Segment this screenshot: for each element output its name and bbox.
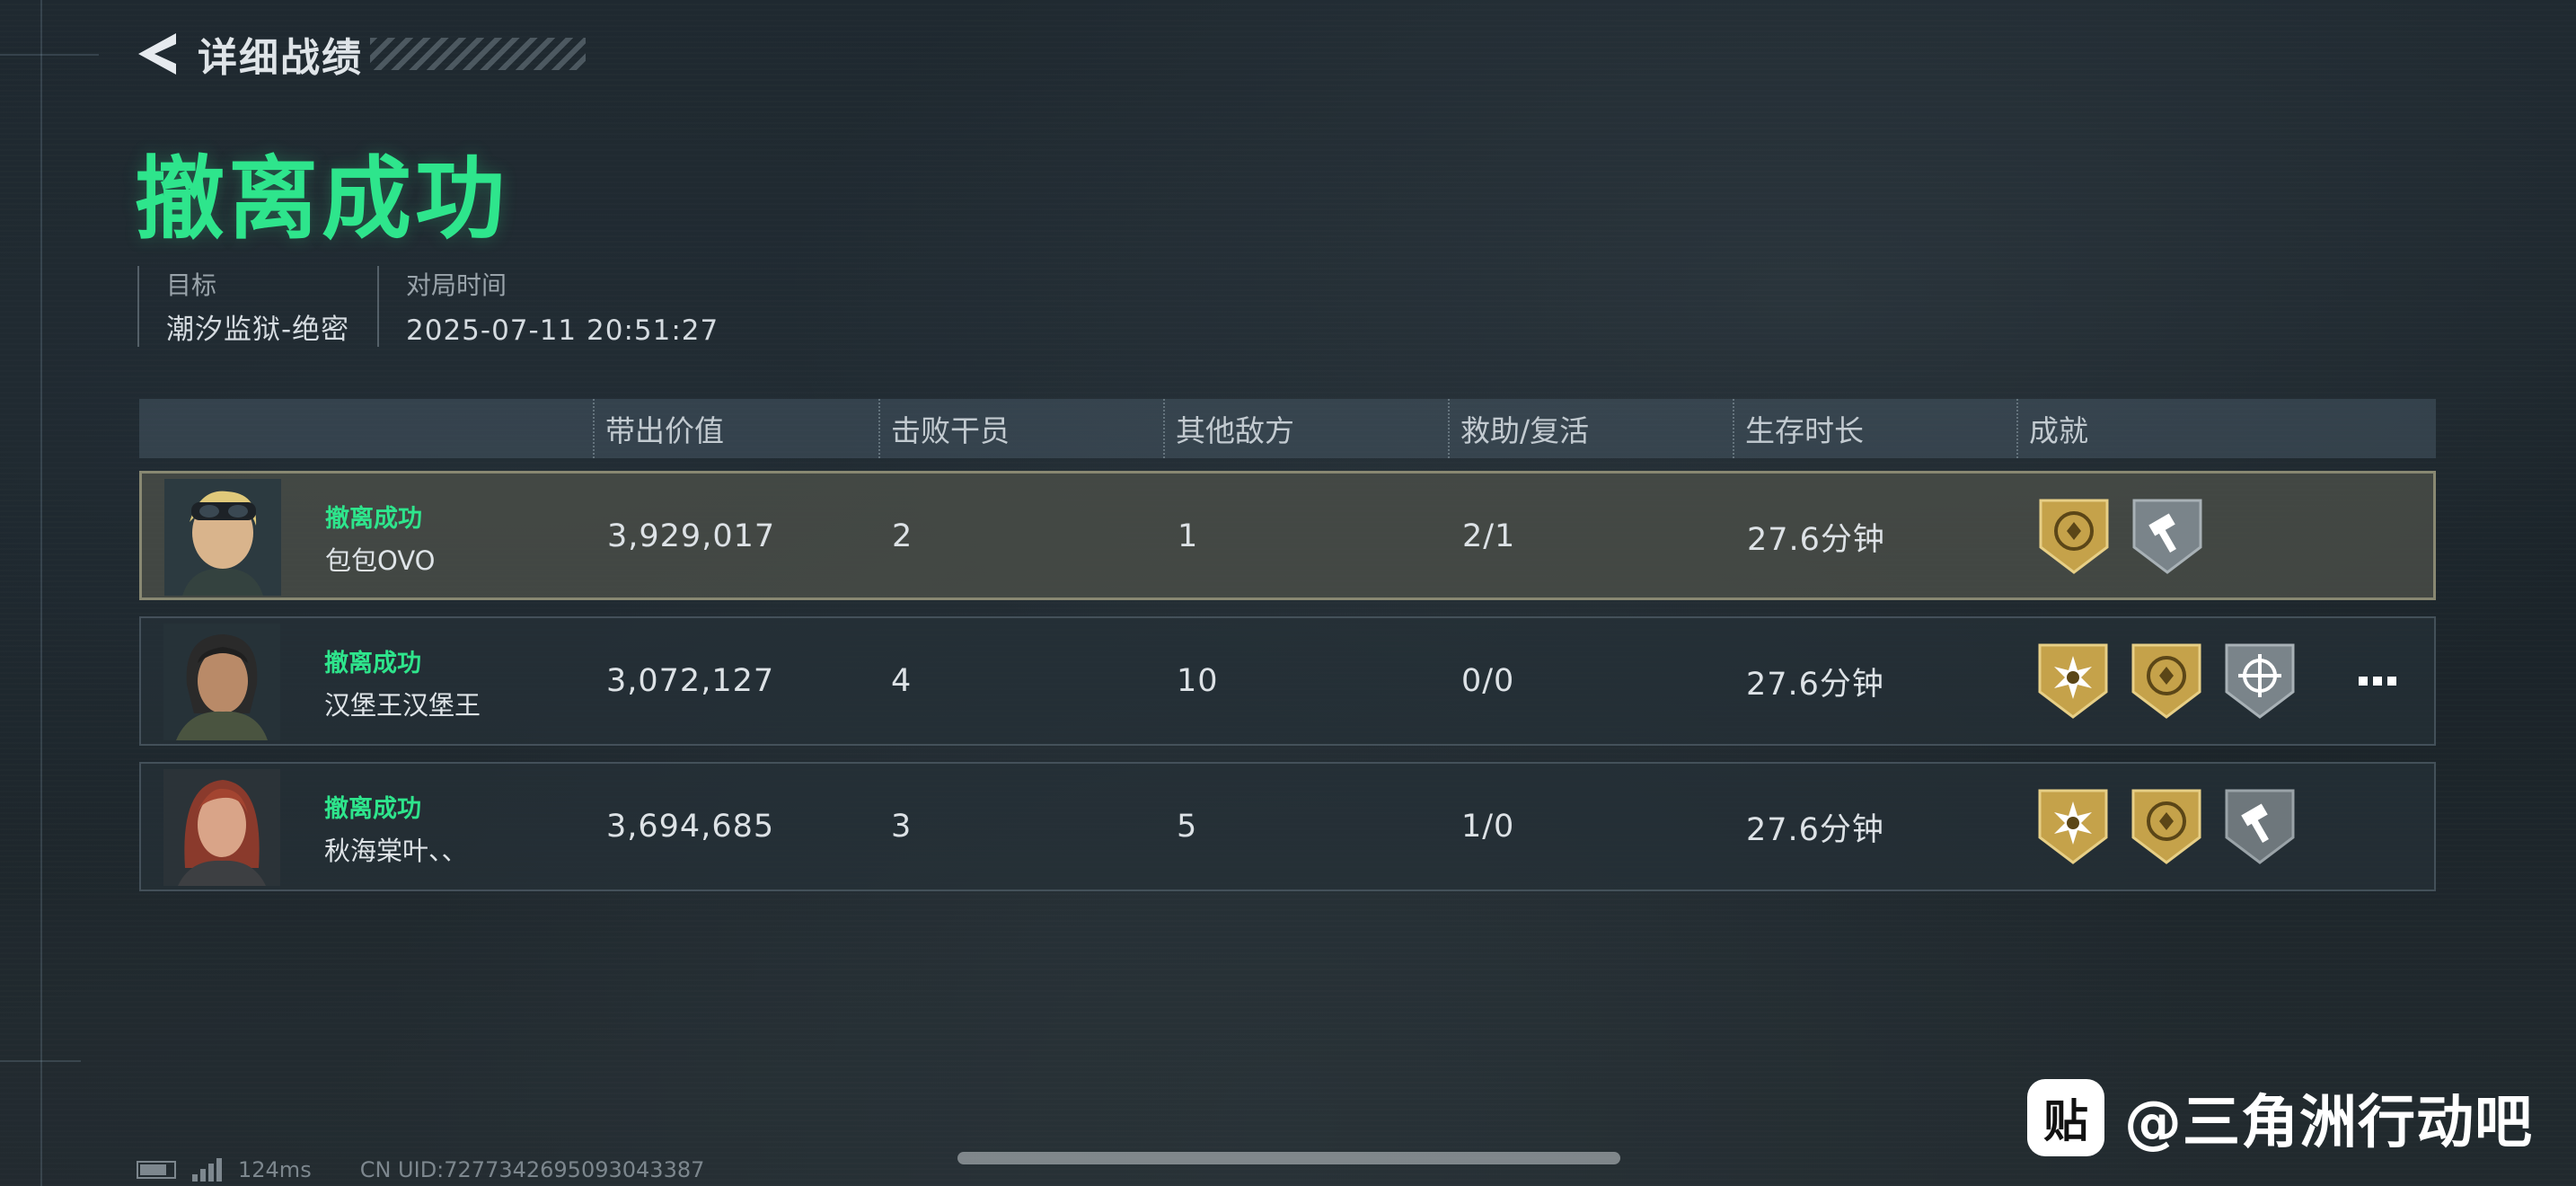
player-name: 包包OVO <box>325 545 436 576</box>
gold-emblem-badge-icon[interactable] <box>2037 495 2111 576</box>
target-block: 目标 潮汐监狱-绝密 <box>137 266 349 347</box>
gold-starburst-badge-icon[interactable] <box>2036 785 2110 866</box>
achievement-badges <box>2036 785 2297 866</box>
gold-starburst-badge-icon[interactable] <box>2036 640 2110 721</box>
table-header: 带出价值 击败干员 其他敌方 救助/复活 生存时长 成就 <box>139 399 2436 458</box>
page-header: 详细战绩 <box>135 25 586 83</box>
header-decoration <box>370 38 586 70</box>
back-button[interactable] <box>135 29 180 79</box>
match-time-value: 2025-07-11 20:51:27 <box>406 314 719 347</box>
avatar <box>164 479 281 596</box>
column-header-kills: 击败干员 <box>878 399 1010 458</box>
other-enemies-count: 1 <box>1178 518 1199 554</box>
extraction-result-title: 撤离成功 <box>135 146 508 252</box>
other-enemies-count: 5 <box>1177 809 1198 845</box>
hud-frame-line <box>40 0 42 1186</box>
kills-count: 3 <box>891 809 913 845</box>
hud-frame-line <box>0 1060 81 1062</box>
column-header-assist-revive: 救助/复活 <box>1448 399 1589 458</box>
hud-frame-line <box>0 54 99 56</box>
signal-icon <box>192 1158 222 1182</box>
avatar <box>163 624 280 740</box>
match-time-block: 对局时间 2025-07-11 20:51:27 <box>377 266 719 347</box>
column-header-survival-time: 生存时长 <box>1733 399 1864 458</box>
watermark-text: @三角洲行动吧 <box>2124 1090 2533 1156</box>
column-header-achievements: 成就 <box>2016 399 2088 458</box>
more-achievements-button[interactable] <box>2351 663 2404 699</box>
assist-revive-count: 2/1 <box>1462 518 1516 554</box>
gray-crosshair-badge-icon[interactable] <box>2223 640 2297 721</box>
table-row[interactable]: 撤离成功 汉堡王汉堡王 3,072,127 4 10 0/0 27.6分钟 <box>139 616 2436 746</box>
other-enemies-count: 10 <box>1177 663 1219 699</box>
player-status: 撤离成功 <box>324 650 421 677</box>
extracted-value: 3,694,685 <box>606 809 775 845</box>
gold-emblem-badge-icon[interactable] <box>2130 640 2203 721</box>
player-status: 撤离成功 <box>324 795 421 823</box>
kills-count: 4 <box>891 663 913 699</box>
gold-emblem-badge-icon[interactable] <box>2130 785 2203 866</box>
player-name: 秋海棠叶、、 <box>324 836 468 866</box>
status-bar: 124ms CN UID:7277342695093043387 <box>137 1157 704 1182</box>
column-header-other-enemies: 其他敌方 <box>1163 399 1294 458</box>
table-row[interactable]: 撤离成功 秋海棠叶、、 3,694,685 3 5 1/0 27.6分钟 <box>139 762 2436 891</box>
more-dot <box>2373 677 2382 686</box>
gray-hammer-badge-icon[interactable] <box>2130 495 2204 576</box>
uid-text: CN UID:7277342695093043387 <box>359 1157 705 1182</box>
scoreboard-table: 带出价值 击败干员 其他敌方 救助/复活 生存时长 成就 撤离成功 包包OVO … <box>139 399 2436 891</box>
target-info: 目标 潮汐监狱-绝密 <box>137 266 349 347</box>
player-status: 撤离成功 <box>325 505 422 533</box>
tieba-logo-icon: 贴 <box>2027 1079 2104 1156</box>
watermark: 贴 @三角洲行动吧 <box>2027 1076 2533 1159</box>
more-dot <box>2387 677 2396 686</box>
survival-time: 27.6分钟 <box>1747 521 1885 558</box>
survival-time: 27.6分钟 <box>1746 811 1884 848</box>
more-dot <box>2359 677 2368 686</box>
column-header-value: 带出价值 <box>593 399 724 458</box>
ping-text: 124ms <box>238 1157 312 1182</box>
gray-hammer-badge-icon[interactable] <box>2223 785 2297 866</box>
survival-time: 27.6分钟 <box>1746 666 1884 703</box>
target-value: 潮汐监狱-绝密 <box>166 314 350 346</box>
extracted-value: 3,929,017 <box>607 518 776 554</box>
page-title: 详细战绩 <box>198 35 363 81</box>
achievement-badges <box>2036 640 2297 721</box>
kills-count: 2 <box>892 518 913 554</box>
table-row[interactable]: 撤离成功 包包OVO 3,929,017 2 1 2/1 27.6分钟 <box>139 471 2436 600</box>
back-arrow-icon <box>138 33 176 75</box>
achievement-badges <box>2037 495 2204 576</box>
match-time-label: 对局时间 <box>406 270 507 300</box>
battery-icon <box>137 1161 176 1179</box>
player-name: 汉堡王汉堡王 <box>324 690 481 721</box>
avatar <box>163 769 280 886</box>
assist-revive-count: 0/0 <box>1461 663 1515 699</box>
target-label: 目标 <box>166 270 217 300</box>
match-time-info: 对局时间 2025-07-11 20:51:27 <box>377 266 719 347</box>
home-indicator[interactable] <box>957 1152 1620 1164</box>
extracted-value: 3,072,127 <box>606 663 775 699</box>
assist-revive-count: 1/0 <box>1461 809 1515 845</box>
